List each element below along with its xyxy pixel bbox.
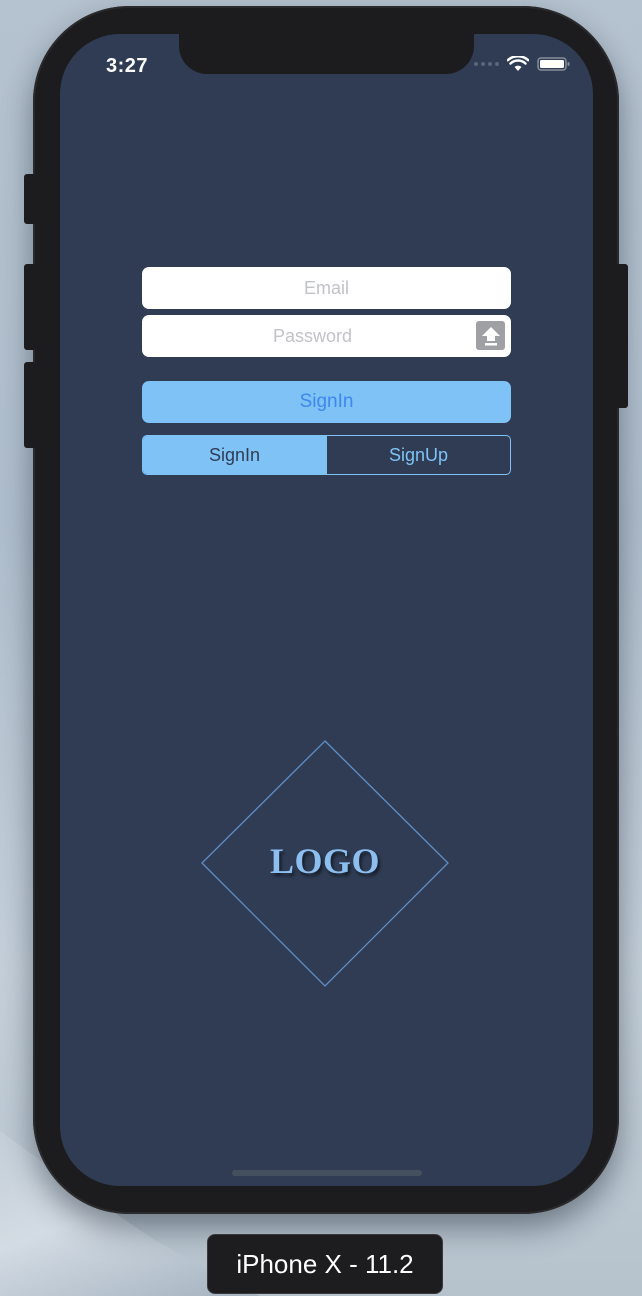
- cellular-signal-icon: [474, 62, 499, 66]
- volume-up-button: [24, 264, 36, 350]
- status-time: 3:27: [106, 55, 149, 77]
- home-indicator[interactable]: [232, 1170, 422, 1176]
- silent-switch: [24, 174, 36, 224]
- device-notch: [179, 34, 474, 74]
- upload-arrow-icon[interactable]: [476, 321, 505, 350]
- app-screen: 3:27 Email Password SignIn SignIn SignUp…: [60, 34, 593, 1186]
- password-placeholder: Password: [272, 325, 353, 346]
- status-indicators: [474, 56, 571, 72]
- segment-signin[interactable]: SignIn: [143, 436, 326, 474]
- power-button: [616, 264, 628, 408]
- email-placeholder: Email: [303, 277, 349, 298]
- logo-text: LOGO: [269, 841, 381, 881]
- simulator-device-label: iPhone X - 11.2: [207, 1234, 443, 1294]
- signin-button[interactable]: SignIn: [142, 381, 511, 423]
- email-field[interactable]: Email: [142, 267, 511, 309]
- logo: LOGO: [200, 740, 450, 990]
- volume-down-button: [24, 362, 36, 448]
- battery-icon: [537, 57, 570, 71]
- segment-signup[interactable]: SignUp: [326, 436, 510, 474]
- wifi-icon: [507, 56, 529, 71]
- password-field[interactable]: Password: [142, 315, 511, 357]
- signin-signup-segmented-control: SignIn SignUp: [142, 435, 511, 475]
